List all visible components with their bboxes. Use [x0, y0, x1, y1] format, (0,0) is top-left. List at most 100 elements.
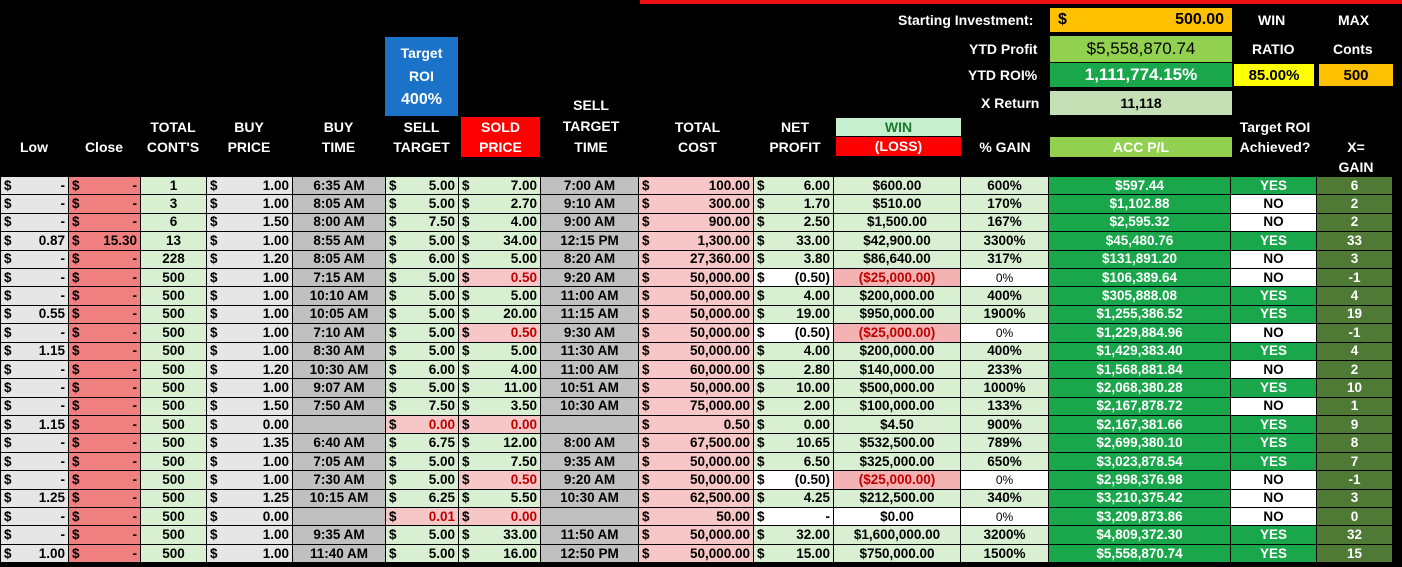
cell-win-loss[interactable]: $750,000.00	[833, 543, 961, 564]
cell-sell-target[interactable]: $5.00	[385, 231, 459, 251]
cell-x-gain[interactable]: 2	[1316, 212, 1393, 233]
cell-acc-pl[interactable]: $1,568,881.84	[1048, 359, 1231, 380]
cell-sold-price[interactable]: $34.00	[458, 231, 541, 251]
cell-low[interactable]: $1.00	[0, 543, 69, 564]
cell-target-achieved[interactable]: YES	[1230, 341, 1317, 361]
cell-total-cost[interactable]: $60,000.00	[638, 359, 754, 380]
cell-net-profit[interactable]: $2.50	[753, 212, 834, 233]
cell-close[interactable]: $ -	[68, 507, 141, 527]
win-ratio-value[interactable]: 85.00%	[1234, 64, 1314, 86]
cell-sold-price[interactable]: $4.00	[458, 359, 541, 380]
cell-close[interactable]: $ -	[68, 212, 141, 233]
cell-sold-price[interactable]: $12.00	[458, 433, 541, 453]
cell-net-profit[interactable]: $15.00	[753, 543, 834, 564]
cell-sold-price[interactable]: $0.00	[458, 415, 541, 435]
cell-buy-price[interactable]: $1.50	[206, 396, 293, 417]
cell-pct-gain[interactable]: 1000%	[960, 378, 1049, 398]
cell-win-loss[interactable]: $200,000.00	[833, 341, 961, 361]
cell-acc-pl[interactable]: $305,888.08	[1048, 286, 1231, 306]
cell-target-achieved[interactable]: NO	[1230, 507, 1317, 527]
cell-x-gain[interactable]: 8	[1316, 433, 1393, 453]
cell-acc-pl[interactable]: $3,023,878.54	[1048, 451, 1231, 472]
cell-buy-price[interactable]: $1.00	[206, 267, 293, 288]
cell-sold-price[interactable]: $7.00	[458, 175, 541, 196]
cell-sell-target[interactable]: $6.00	[385, 249, 459, 269]
cell-x-gain[interactable]: -1	[1316, 470, 1393, 490]
cell-buy-time[interactable]: 8:55 AM	[292, 231, 386, 251]
cell-total-conts[interactable]: 6	[140, 212, 207, 233]
cell-sell-target-time[interactable]: 12:15 PM	[540, 231, 639, 251]
cell-win-loss[interactable]: $4.50	[833, 415, 961, 435]
cell-pct-gain[interactable]: 133%	[960, 396, 1049, 417]
cell-x-gain[interactable]: 2	[1316, 194, 1393, 214]
cell-sell-target[interactable]: $6.75	[385, 433, 459, 453]
cell-low[interactable]: $ -	[0, 249, 69, 269]
cell-total-conts[interactable]: 1	[140, 175, 207, 196]
cell-close[interactable]: $ -	[68, 175, 141, 196]
cell-total-cost[interactable]: $50,000.00	[638, 286, 754, 306]
cell-sell-target-time[interactable]: 12:50 PM	[540, 543, 639, 564]
cell-close[interactable]: $ -	[68, 286, 141, 306]
cell-net-profit[interactable]: $32.00	[753, 525, 834, 545]
cell-x-gain[interactable]: 9	[1316, 415, 1393, 435]
cell-buy-time[interactable]: 7:30 AM	[292, 470, 386, 490]
cell-buy-time[interactable]: 10:15 AM	[292, 488, 386, 509]
cell-low[interactable]: $0.87	[0, 231, 69, 251]
cell-sell-target[interactable]: $5.00	[385, 194, 459, 214]
cell-sell-target-time[interactable]: 10:30 AM	[540, 396, 639, 417]
cell-x-gain[interactable]: 4	[1316, 286, 1393, 306]
cell-win-loss[interactable]: $140,000.00	[833, 359, 961, 380]
cell-sold-price[interactable]: $0.50	[458, 267, 541, 288]
cell-buy-price[interactable]: $1.00	[206, 341, 293, 361]
cell-total-conts[interactable]: 500	[140, 323, 207, 343]
cell-low[interactable]: $ -	[0, 433, 69, 453]
cell-sold-price[interactable]: $16.00	[458, 543, 541, 564]
cell-net-profit[interactable]: $ (0.50)	[753, 470, 834, 490]
cell-net-profit[interactable]: $ -	[753, 507, 834, 527]
cell-total-cost[interactable]: $50,000.00	[638, 323, 754, 343]
cell-x-gain[interactable]: -1	[1316, 267, 1393, 288]
cell-acc-pl[interactable]: $106,389.64	[1048, 267, 1231, 288]
cell-total-cost[interactable]: $300.00	[638, 194, 754, 214]
cell-target-achieved[interactable]: YES	[1230, 304, 1317, 325]
cell-acc-pl[interactable]: $2,998,376.98	[1048, 470, 1231, 490]
cell-target-achieved[interactable]: YES	[1230, 433, 1317, 453]
cell-target-achieved[interactable]: NO	[1230, 249, 1317, 269]
cell-sell-target-time[interactable]: 11:15 AM	[540, 304, 639, 325]
cell-acc-pl[interactable]: $5,558,870.74	[1048, 543, 1231, 564]
cell-x-gain[interactable]: 19	[1316, 304, 1393, 325]
cell-total-conts[interactable]: 500	[140, 507, 207, 527]
cell-net-profit[interactable]: $19.00	[753, 304, 834, 325]
cell-close[interactable]: $ -	[68, 304, 141, 325]
cell-buy-price[interactable]: $1.00	[206, 378, 293, 398]
cell-acc-pl[interactable]: $1,102.88	[1048, 194, 1231, 214]
cell-low[interactable]: $ -	[0, 267, 69, 288]
cell-pct-gain[interactable]: 0%	[960, 267, 1049, 288]
cell-total-cost[interactable]: $50,000.00	[638, 470, 754, 490]
cell-buy-price[interactable]: $0.00	[206, 415, 293, 435]
cell-low[interactable]: $ -	[0, 323, 69, 343]
cell-buy-time[interactable]: 6:40 AM	[292, 433, 386, 453]
cell-x-gain[interactable]: -1	[1316, 323, 1393, 343]
cell-buy-time[interactable]: 7:15 AM	[292, 267, 386, 288]
cell-x-gain[interactable]: 4	[1316, 341, 1393, 361]
cell-pct-gain[interactable]: 1900%	[960, 304, 1049, 325]
cell-sell-target[interactable]: $5.00	[385, 304, 459, 325]
cell-total-conts[interactable]: 500	[140, 433, 207, 453]
cell-total-conts[interactable]: 500	[140, 451, 207, 472]
cell-win-loss[interactable]: $1,500.00	[833, 212, 961, 233]
cell-sell-target-time[interactable]: 8:00 AM	[540, 433, 639, 453]
cell-buy-price[interactable]: $1.00	[206, 304, 293, 325]
cell-low[interactable]: $ -	[0, 525, 69, 545]
cell-close[interactable]: $ -	[68, 267, 141, 288]
cell-target-achieved[interactable]: YES	[1230, 451, 1317, 472]
cell-buy-price[interactable]: $1.35	[206, 433, 293, 453]
cell-win-loss[interactable]: $42,900.00	[833, 231, 961, 251]
cell-win-loss[interactable]: ($25,000.00)	[833, 470, 961, 490]
cell-acc-pl[interactable]: $1,255,386.52	[1048, 304, 1231, 325]
cell-win-loss[interactable]: $950,000.00	[833, 304, 961, 325]
cell-buy-time[interactable]: 8:05 AM	[292, 194, 386, 214]
cell-pct-gain[interactable]: 600%	[960, 175, 1049, 196]
cell-win-loss[interactable]: $86,640.00	[833, 249, 961, 269]
cell-net-profit[interactable]: $4.25	[753, 488, 834, 509]
